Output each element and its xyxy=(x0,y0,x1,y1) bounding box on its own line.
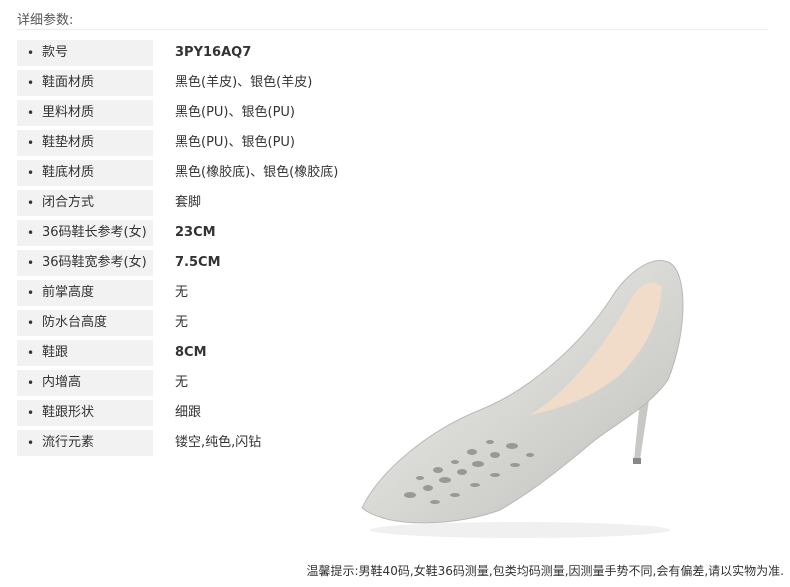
bullet-icon: • xyxy=(27,316,35,330)
spec-label-cell: • 内增高 xyxy=(17,370,153,396)
bullet-icon: • xyxy=(27,376,35,390)
bullet-icon: • xyxy=(27,106,35,120)
section-title: 详细参数: xyxy=(17,13,74,28)
spec-label-cell: • 流行元素 xyxy=(17,430,153,456)
spec-label: 36码鞋长参考(女) xyxy=(42,225,147,240)
spec-label: 里料材质 xyxy=(42,105,95,120)
spec-value: 无 xyxy=(175,285,189,300)
spec-label-cell: • 36码鞋宽参考(女) xyxy=(17,250,153,276)
spec-label: 防水台高度 xyxy=(42,315,108,330)
bullet-icon: • xyxy=(27,166,35,180)
bullet-icon: • xyxy=(27,226,35,240)
spec-value: 黑色(PU)、银色(PU) xyxy=(175,105,295,120)
spec-value: 无 xyxy=(175,375,189,390)
spec-label-cell: • 鞋面材质 xyxy=(17,70,153,96)
spec-label: 鞋跟 xyxy=(42,345,69,360)
spec-label-cell: • 里料材质 xyxy=(17,100,153,126)
bullet-icon: • xyxy=(27,346,35,360)
spec-label: 鞋底材质 xyxy=(42,165,95,180)
spec-value: 无 xyxy=(175,315,189,330)
spec-label: 闭合方式 xyxy=(42,195,95,210)
spec-label-cell: • 鞋垫材质 xyxy=(17,130,153,156)
spec-label: 内增高 xyxy=(42,375,82,390)
bullet-icon: • xyxy=(27,76,35,90)
spec-label: 鞋面材质 xyxy=(42,75,95,90)
footer-tip: 温馨提示:男鞋40码,女鞋36码测量,包类均码测量,因测量手势不同,会有偏差,请… xyxy=(306,564,784,578)
spec-value: 套脚 xyxy=(175,195,202,210)
bullet-icon: • xyxy=(27,406,35,420)
spec-label-cell: • 款号 xyxy=(17,40,153,66)
spec-label-cell: • 36码鞋长参考(女) xyxy=(17,220,153,246)
title-divider xyxy=(17,29,768,30)
spec-label: 36码鞋宽参考(女) xyxy=(42,255,147,270)
bullet-icon: • xyxy=(27,136,35,150)
spec-label: 前掌高度 xyxy=(42,285,95,300)
spec-label-cell: • 防水台高度 xyxy=(17,310,153,336)
spec-label: 流行元素 xyxy=(42,435,95,450)
bullet-icon: • xyxy=(27,286,35,300)
spec-value: 黑色(羊皮)、银色(羊皮) xyxy=(175,75,313,90)
spec-value: 镂空,纯色,闪钻 xyxy=(175,435,262,450)
bullet-icon: • xyxy=(27,436,35,450)
spec-value: 黑色(橡胶底)、银色(橡胶底) xyxy=(175,165,339,180)
spec-value: 7.5CM xyxy=(175,255,221,270)
spec-label-cell: • 鞋跟形状 xyxy=(17,400,153,426)
spec-label-cell: • 鞋底材质 xyxy=(17,160,153,186)
product-shoe-image xyxy=(361,260,684,538)
spec-label: 鞋跟形状 xyxy=(42,405,95,420)
spec-label-cell: • 前掌高度 xyxy=(17,280,153,306)
shoe-shadow xyxy=(370,522,670,538)
spec-value: 3PY16AQ7 xyxy=(175,45,252,60)
spec-value: 8CM xyxy=(175,345,207,360)
spec-label: 鞋垫材质 xyxy=(42,135,95,150)
spec-label-cell: • 闭合方式 xyxy=(17,190,153,216)
spec-label-cell: • 鞋跟 xyxy=(17,340,153,366)
spec-label: 款号 xyxy=(42,45,69,60)
spec-value: 黑色(PU)、银色(PU) xyxy=(175,135,295,150)
bullet-icon: • xyxy=(27,256,35,270)
spec-value: 23CM xyxy=(175,225,216,240)
bullet-icon: • xyxy=(27,46,35,60)
bullet-icon: • xyxy=(27,196,35,210)
spec-value: 细跟 xyxy=(175,405,202,420)
